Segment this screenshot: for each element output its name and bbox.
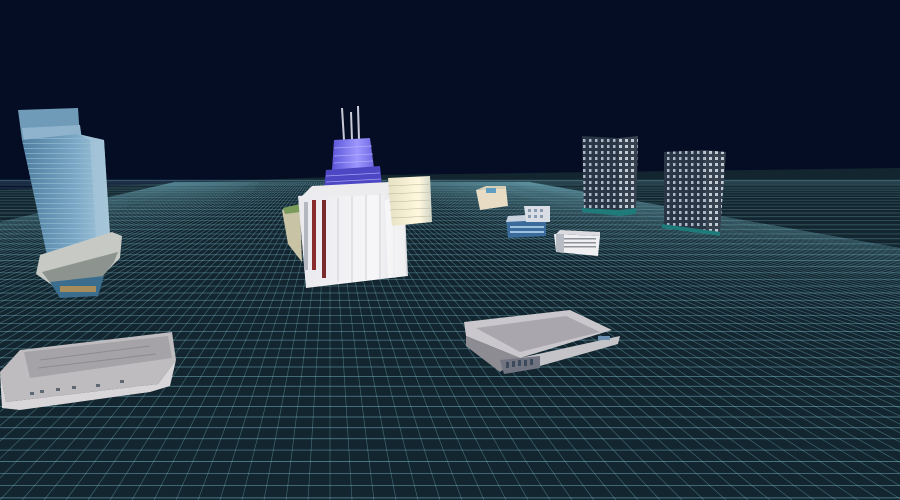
dark-office-tower-1[interactable] [582,136,638,216]
small-white-office[interactable] [524,206,550,222]
scene-canvas [0,105,900,500]
3d-city-viewport[interactable] [0,0,900,500]
lit-glass-block[interactable] [387,176,433,226]
blue-crown-tower[interactable] [324,105,382,188]
white-striped-office[interactable] [554,230,600,256]
dark-office-tower-2[interactable] [662,150,726,236]
small-beige-building[interactable] [476,186,508,210]
